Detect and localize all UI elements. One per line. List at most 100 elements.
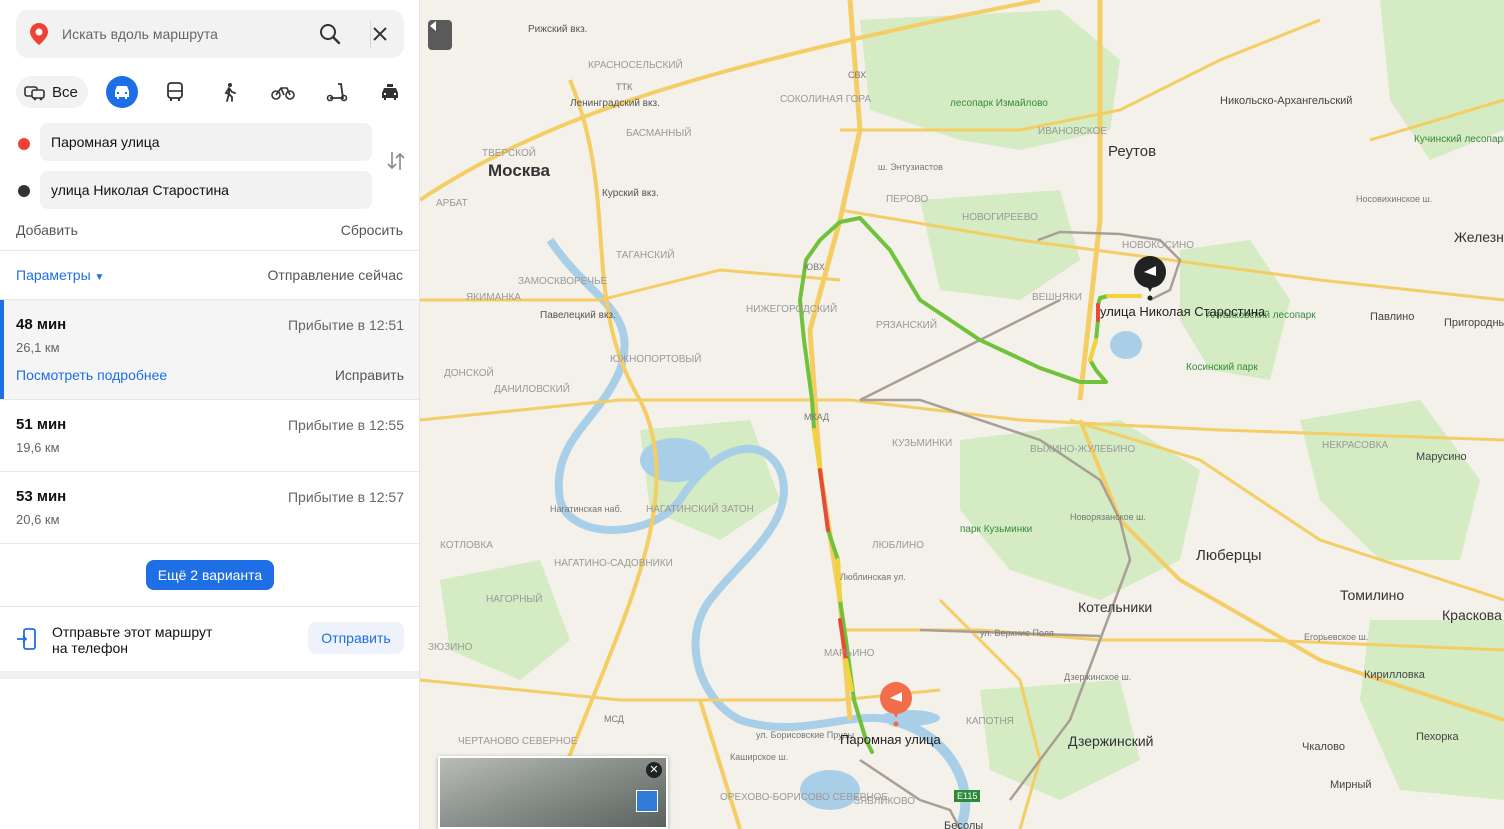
- district-label: НАГАТИНО-САДОВНИКИ: [554, 558, 673, 569]
- city-label: Котельники: [1078, 599, 1152, 615]
- district-label: ЗАМОСКВОРЕЧЬЕ: [518, 276, 608, 287]
- lake: [1110, 331, 1142, 359]
- district-label: ПЕРОВО: [886, 194, 928, 205]
- road-label: СВХ: [848, 70, 866, 80]
- district-label: ТАГАНСКИЙ: [616, 248, 675, 261]
- route-arrival: Прибытие в 12:51: [287, 317, 404, 333]
- send-text-line-2: на телефон: [52, 640, 128, 656]
- road-label: ЮВХ: [804, 262, 825, 272]
- route-distance: 26,1 км: [16, 340, 60, 355]
- city-label: Реутов: [1108, 143, 1156, 160]
- district-label: БАСМАННЫЙ: [626, 126, 691, 139]
- svh-road: [807, 0, 863, 721]
- send-button[interactable]: Отправить: [308, 622, 404, 654]
- district-label: ВЫХИНО-ЖУЛЕБИНО: [1030, 444, 1135, 455]
- scooter-icon[interactable]: [321, 76, 353, 108]
- district-label: ДОНСКОЙ: [444, 366, 494, 379]
- district-label: ИВАНОВСКОЕ: [1038, 126, 1107, 137]
- map-view[interactable]: Москва Реутов Люберцы Котельники Дзержин…: [420, 0, 1504, 829]
- station-label: Курский вкз.: [602, 188, 659, 199]
- panorama-badge-icon: [636, 790, 658, 812]
- location-pin-icon: [30, 23, 48, 45]
- route-panel: Все Паромная улица улица Николая Старост…: [0, 0, 420, 829]
- place-label: Никольско-Архангельский: [1220, 95, 1352, 107]
- close-icon[interactable]: ✕: [646, 762, 662, 778]
- district-label: МАРЬИНО: [824, 648, 875, 659]
- route-option-1[interactable]: 48 мин Прибытие в 12:51 26,1 км Посмотре…: [0, 300, 419, 399]
- road-label: ш. Энтузиастов: [878, 162, 943, 172]
- place-label: Павлино: [1370, 311, 1414, 323]
- walk-icon[interactable]: [213, 76, 245, 108]
- road-label: Новорязанское ш.: [1070, 512, 1146, 522]
- send-to-phone-text: Отправьте этот маршрут на телефон: [52, 624, 252, 656]
- end-dot-icon: [18, 185, 30, 197]
- station-label: Павелецкий вкз.: [540, 310, 616, 321]
- divider: [0, 250, 419, 251]
- district-label: РЯЗАНСКИЙ: [876, 318, 937, 331]
- district-label: ДАНИЛОВСКИЙ: [494, 382, 570, 395]
- station-label: Ленинградский вкз.: [570, 98, 660, 109]
- add-waypoint-button[interactable]: Добавить: [16, 222, 78, 238]
- send-to-phone-icon: [17, 628, 36, 650]
- district-label: НАГОРНЫЙ: [486, 592, 542, 605]
- street-photo-preview[interactable]: ✕: [438, 756, 668, 829]
- city-label: Люберцы: [1196, 547, 1262, 564]
- close-icon[interactable]: [368, 22, 392, 46]
- road-label: МКАД: [804, 412, 829, 422]
- lake: [800, 770, 860, 810]
- bike-icon[interactable]: [267, 76, 299, 108]
- search-icon[interactable]: [318, 22, 342, 46]
- route-option-2[interactable]: 51 мин Прибытие в 12:55 19,6 км: [0, 400, 419, 471]
- district-label: СОКОЛИНАЯ ГОРА: [780, 94, 871, 105]
- place-label: Бесолы: [944, 820, 983, 829]
- bus-icon[interactable]: [159, 76, 191, 108]
- divider: [0, 543, 419, 544]
- road-label: ТТК: [616, 82, 633, 92]
- route-arrival: Прибытие в 12:55: [287, 417, 404, 433]
- road-label: МСД: [604, 714, 624, 724]
- place-label: Пехорка: [1416, 731, 1459, 743]
- params-label: Параметры: [16, 267, 91, 283]
- more-routes-button[interactable]: Ещё 2 варианта: [146, 560, 274, 590]
- search-bar[interactable]: [16, 10, 404, 58]
- park-label: парк Кузьминки: [960, 524, 1032, 535]
- road-label: ул. Верхние Поля: [980, 628, 1054, 638]
- start-label: Паромная улица: [840, 732, 942, 747]
- car-bus-icon: [24, 86, 45, 101]
- to-field[interactable]: улица Николая Старостина: [40, 171, 372, 209]
- district-label: НИЖЕГОРОДСКИЙ: [746, 302, 837, 315]
- route-details-link[interactable]: Посмотреть подробнее: [16, 367, 167, 383]
- from-field[interactable]: Паромная улица: [40, 123, 372, 161]
- road-label: Носовихинское ш.: [1356, 194, 1432, 204]
- send-text-line-1: Отправьте этот маршрут: [52, 624, 213, 640]
- place-label: Мирный: [1330, 779, 1372, 791]
- district-label: АРБАТ: [436, 198, 468, 209]
- search-input[interactable]: [62, 22, 302, 46]
- departure-time[interactable]: Отправление сейчас: [268, 267, 403, 283]
- city-label: Томилино: [1340, 587, 1404, 603]
- mode-all-button[interactable]: Все: [16, 76, 88, 108]
- chevron-down-icon: ▼: [94, 272, 105, 283]
- district-label: ВЕШНЯКИ: [1032, 292, 1082, 303]
- collapse-panel-button[interactable]: [428, 20, 452, 50]
- district-label: НЕКРАСОВКА: [1322, 440, 1388, 451]
- place-label: Пригородный: [1444, 317, 1504, 329]
- chevron-left-icon: [430, 21, 436, 31]
- route-time: 53 мин: [16, 488, 67, 505]
- district-label: НАГАТИНСКИЙ ЗАТОН: [646, 502, 754, 515]
- car-icon[interactable]: [106, 76, 138, 108]
- district-label: НОВОКОСИНО: [1122, 240, 1194, 251]
- map-canvas[interactable]: Москва Реутов Люберцы Котельники Дзержин…: [420, 0, 1504, 829]
- route-option-3[interactable]: 53 мин Прибытие в 12:57 20,6 км: [0, 472, 419, 543]
- district-label: ТВЕРСКОЙ: [482, 146, 536, 159]
- swap-icon[interactable]: [386, 150, 406, 177]
- taxi-icon[interactable]: [374, 76, 406, 108]
- road-label: Е115: [957, 791, 977, 801]
- route-arrival: Прибытие в 12:57: [287, 489, 404, 505]
- city-label: Дзержинский: [1068, 733, 1153, 749]
- transport-modes: Все: [16, 76, 406, 108]
- reset-button[interactable]: Сбросить: [341, 222, 403, 238]
- params-dropdown[interactable]: Параметры ▼: [16, 267, 104, 283]
- divider: [0, 606, 419, 607]
- route-fix-link[interactable]: Исправить: [335, 367, 404, 383]
